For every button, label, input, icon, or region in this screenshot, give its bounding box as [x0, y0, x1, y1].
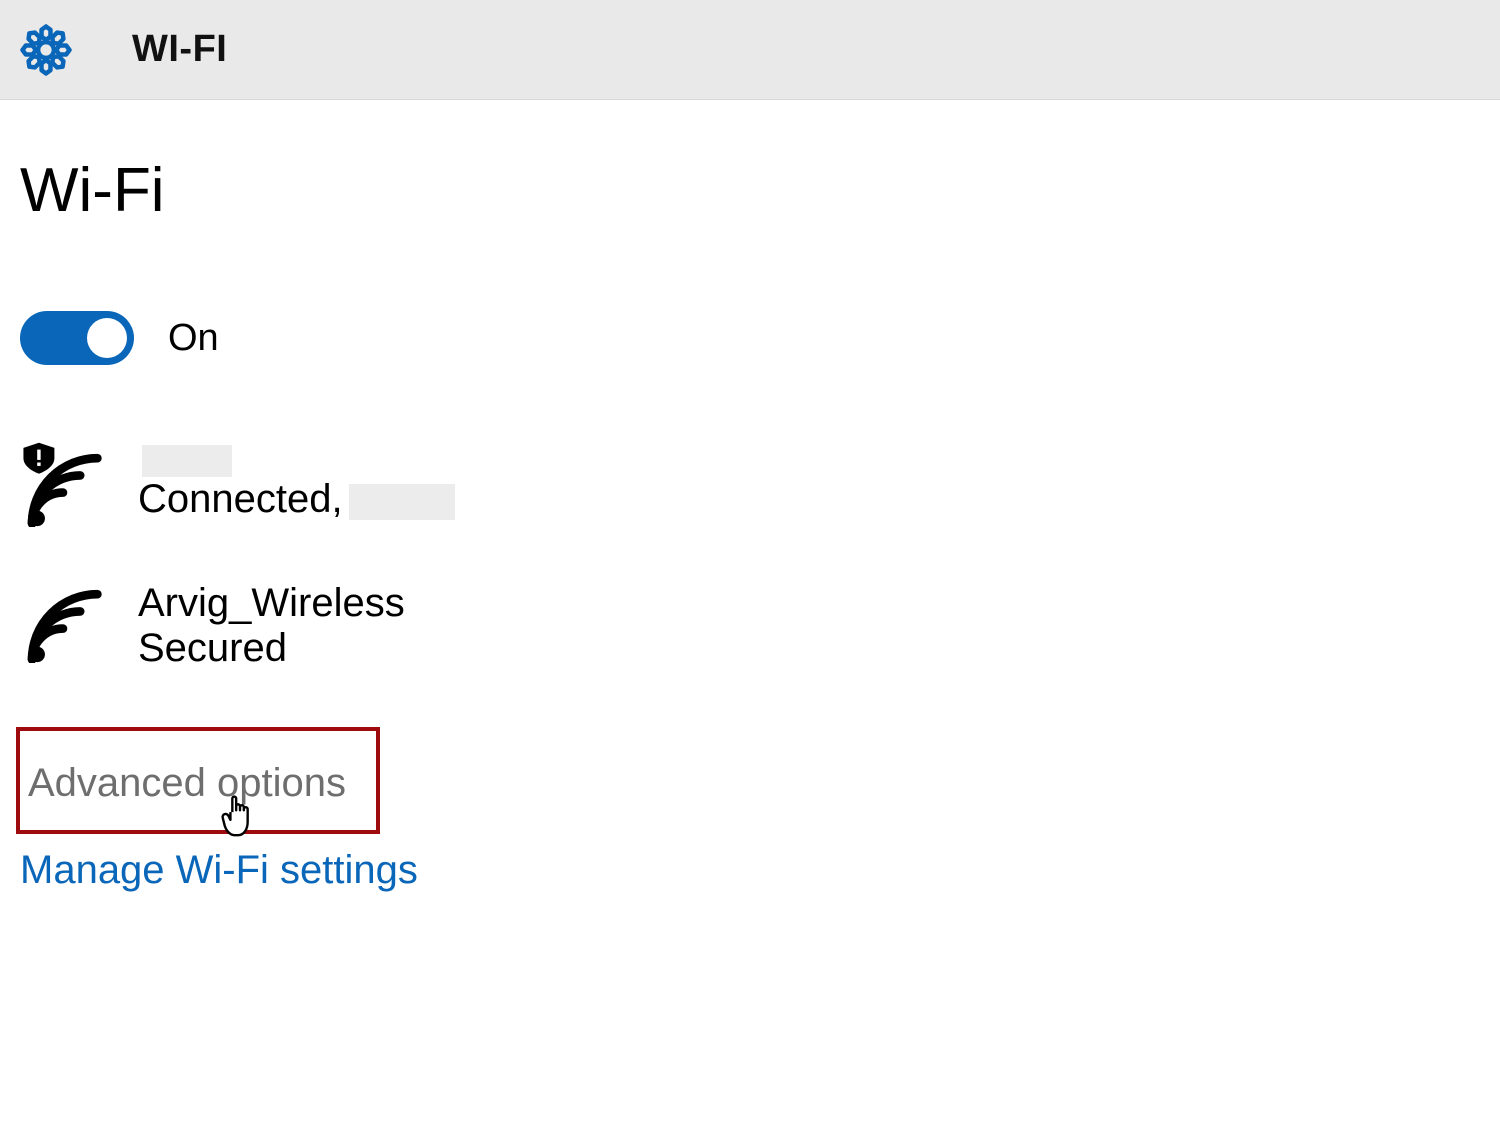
redacted-name-block: [142, 445, 232, 477]
redacted-status-block: [349, 484, 455, 520]
network-item[interactable]: Connected,: [20, 435, 920, 551]
gear-icon: [18, 22, 74, 78]
wifi-toggle-label: On: [168, 317, 219, 360]
wifi-icon: [20, 577, 106, 663]
manage-wifi-settings-link[interactable]: Manage Wi-Fi settings: [20, 848, 418, 893]
network-status: Connected,: [138, 477, 343, 522]
header-title: WI-FI: [132, 28, 227, 71]
network-status: Secured: [138, 626, 405, 671]
toggle-knob: [87, 318, 127, 358]
wifi-alert-icon: [20, 441, 106, 527]
highlight-box: Advanced options: [16, 727, 380, 834]
settings-header: WI-FI: [0, 0, 1500, 100]
wifi-toggle-row: On: [20, 311, 1500, 365]
network-name: Arvig_Wireless: [138, 581, 405, 626]
network-item[interactable]: Arvig_Wireless Secured: [20, 571, 920, 695]
page-title: Wi-Fi: [20, 155, 1500, 226]
wifi-toggle[interactable]: [20, 311, 134, 365]
advanced-options-link[interactable]: Advanced options: [28, 761, 346, 806]
network-list: Connected, Arvig_Wireless Secu: [20, 435, 1500, 695]
